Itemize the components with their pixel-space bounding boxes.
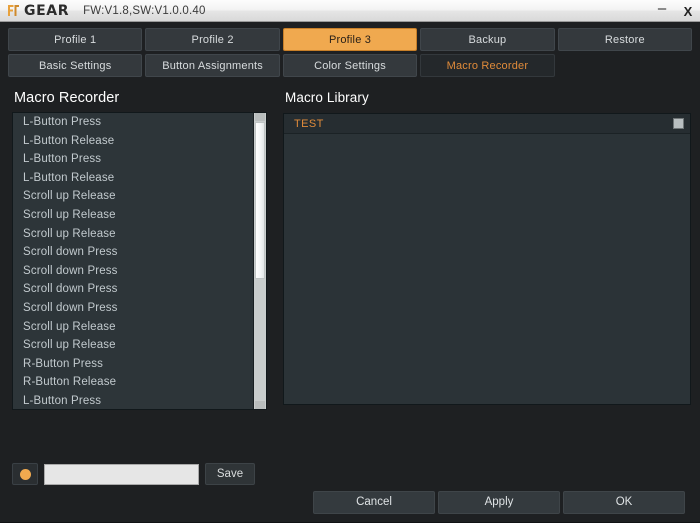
macro-event-item[interactable]: L-Button Release <box>13 169 253 188</box>
macro-library-listbox[interactable]: TEST <box>283 113 691 405</box>
delete-icon[interactable] <box>673 118 684 129</box>
tab-color-settings[interactable]: Color Settings <box>282 54 418 77</box>
app-body: Profile 1 Profile 2 Profile 3 Backup Res… <box>0 22 700 523</box>
scrollbar-track-bottom <box>255 401 265 409</box>
scrollbar-thumb[interactable] <box>255 121 265 279</box>
tab-restore[interactable]: Restore <box>557 28 693 51</box>
macro-library-rows: TEST <box>284 114 690 134</box>
tab-profile-2[interactable]: Profile 2 <box>145 28 280 51</box>
macro-event-item[interactable]: Scroll down Press <box>13 243 253 262</box>
tab-row-filler <box>558 54 692 77</box>
macro-recorder-listbox[interactable]: L-Button Press L-Button Release L-Button P… <box>12 112 267 410</box>
tab-bar: Profile 1 Profile 2 Profile 3 Backup Res… <box>0 22 700 77</box>
macro-event-item[interactable]: Scroll up Release <box>13 225 253 244</box>
macro-event-item[interactable]: L-Button Release <box>13 132 253 151</box>
app-brand-name: GEAR <box>24 2 70 19</box>
macro-library-title: Macro Library <box>285 90 369 105</box>
macro-event-item[interactable]: Scroll down Press <box>13 299 253 318</box>
macro-library-row[interactable]: TEST <box>284 114 690 134</box>
macro-event-item[interactable]: Scroll up Release <box>13 187 253 206</box>
firmware-software-version: FW:V1.8,SW:V1.0.0.40 <box>83 4 206 17</box>
minimize-icon[interactable]: – <box>654 0 670 23</box>
macro-event-item[interactable]: L-Button Press <box>13 392 253 409</box>
apply-button[interactable]: Apply <box>438 490 560 514</box>
tab-button-assignments[interactable]: Button Assignments <box>145 54 280 77</box>
macro-library-panel: Macro Library TEST <box>283 90 691 410</box>
app-logo: GEAR <box>0 3 69 18</box>
macro-library-row-label: TEST <box>294 117 324 130</box>
tab-backup[interactable]: Backup <box>420 28 555 51</box>
footer-actions: Cancel Apply OK <box>0 481 700 523</box>
macro-event-item[interactable]: Scroll up Release <box>13 318 253 337</box>
tab-profile-3[interactable]: Profile 3 <box>282 28 418 51</box>
macro-event-item[interactable]: Scroll down Press <box>13 262 253 281</box>
macro-event-item[interactable]: Scroll up Release <box>13 206 253 225</box>
macro-event-item[interactable]: L-Button Press <box>13 113 253 132</box>
macro-event-item[interactable]: Scroll down Press <box>13 280 253 299</box>
macro-recorder-panel: Macro Recorder L-Button Press L-Button Re… <box>12 90 267 410</box>
macro-event-item[interactable]: Scroll up Release <box>13 336 253 355</box>
record-dot-icon <box>19 468 31 480</box>
macro-event-list: L-Button Press L-Button Release L-Button P… <box>13 113 253 409</box>
cancel-button[interactable]: Cancel <box>313 490 435 514</box>
macro-event-item[interactable]: R-Button Press <box>13 355 253 374</box>
macro-recorder-scrollbar[interactable] <box>253 113 266 409</box>
tab-macro-recorder[interactable]: Macro Recorder <box>420 54 555 77</box>
ok-button[interactable]: OK <box>563 490 685 514</box>
window-titlebar: GEAR FW:V1.8,SW:V1.0.0.40 – X <box>0 0 700 22</box>
scrollbar-track-top <box>255 113 265 121</box>
tab-basic-settings[interactable]: Basic Settings <box>8 54 143 77</box>
main-content: Macro Recorder L-Button Press L-Button Re… <box>0 82 700 410</box>
secondary-tab-row: Basic Settings Button Assignments Color … <box>8 54 692 77</box>
tab-profile-1[interactable]: Profile 1 <box>8 28 143 51</box>
fnatic-gear-logo-icon <box>6 3 21 18</box>
window-controls: – X <box>654 0 696 22</box>
macro-event-item[interactable]: R-Button Release <box>13 373 253 392</box>
macro-event-item[interactable]: L-Button Press <box>13 150 253 169</box>
close-icon[interactable]: X <box>680 2 696 20</box>
primary-tab-row: Profile 1 Profile 2 Profile 3 Backup Res… <box>8 28 693 51</box>
macro-recorder-title: Macro Recorder <box>14 90 120 106</box>
